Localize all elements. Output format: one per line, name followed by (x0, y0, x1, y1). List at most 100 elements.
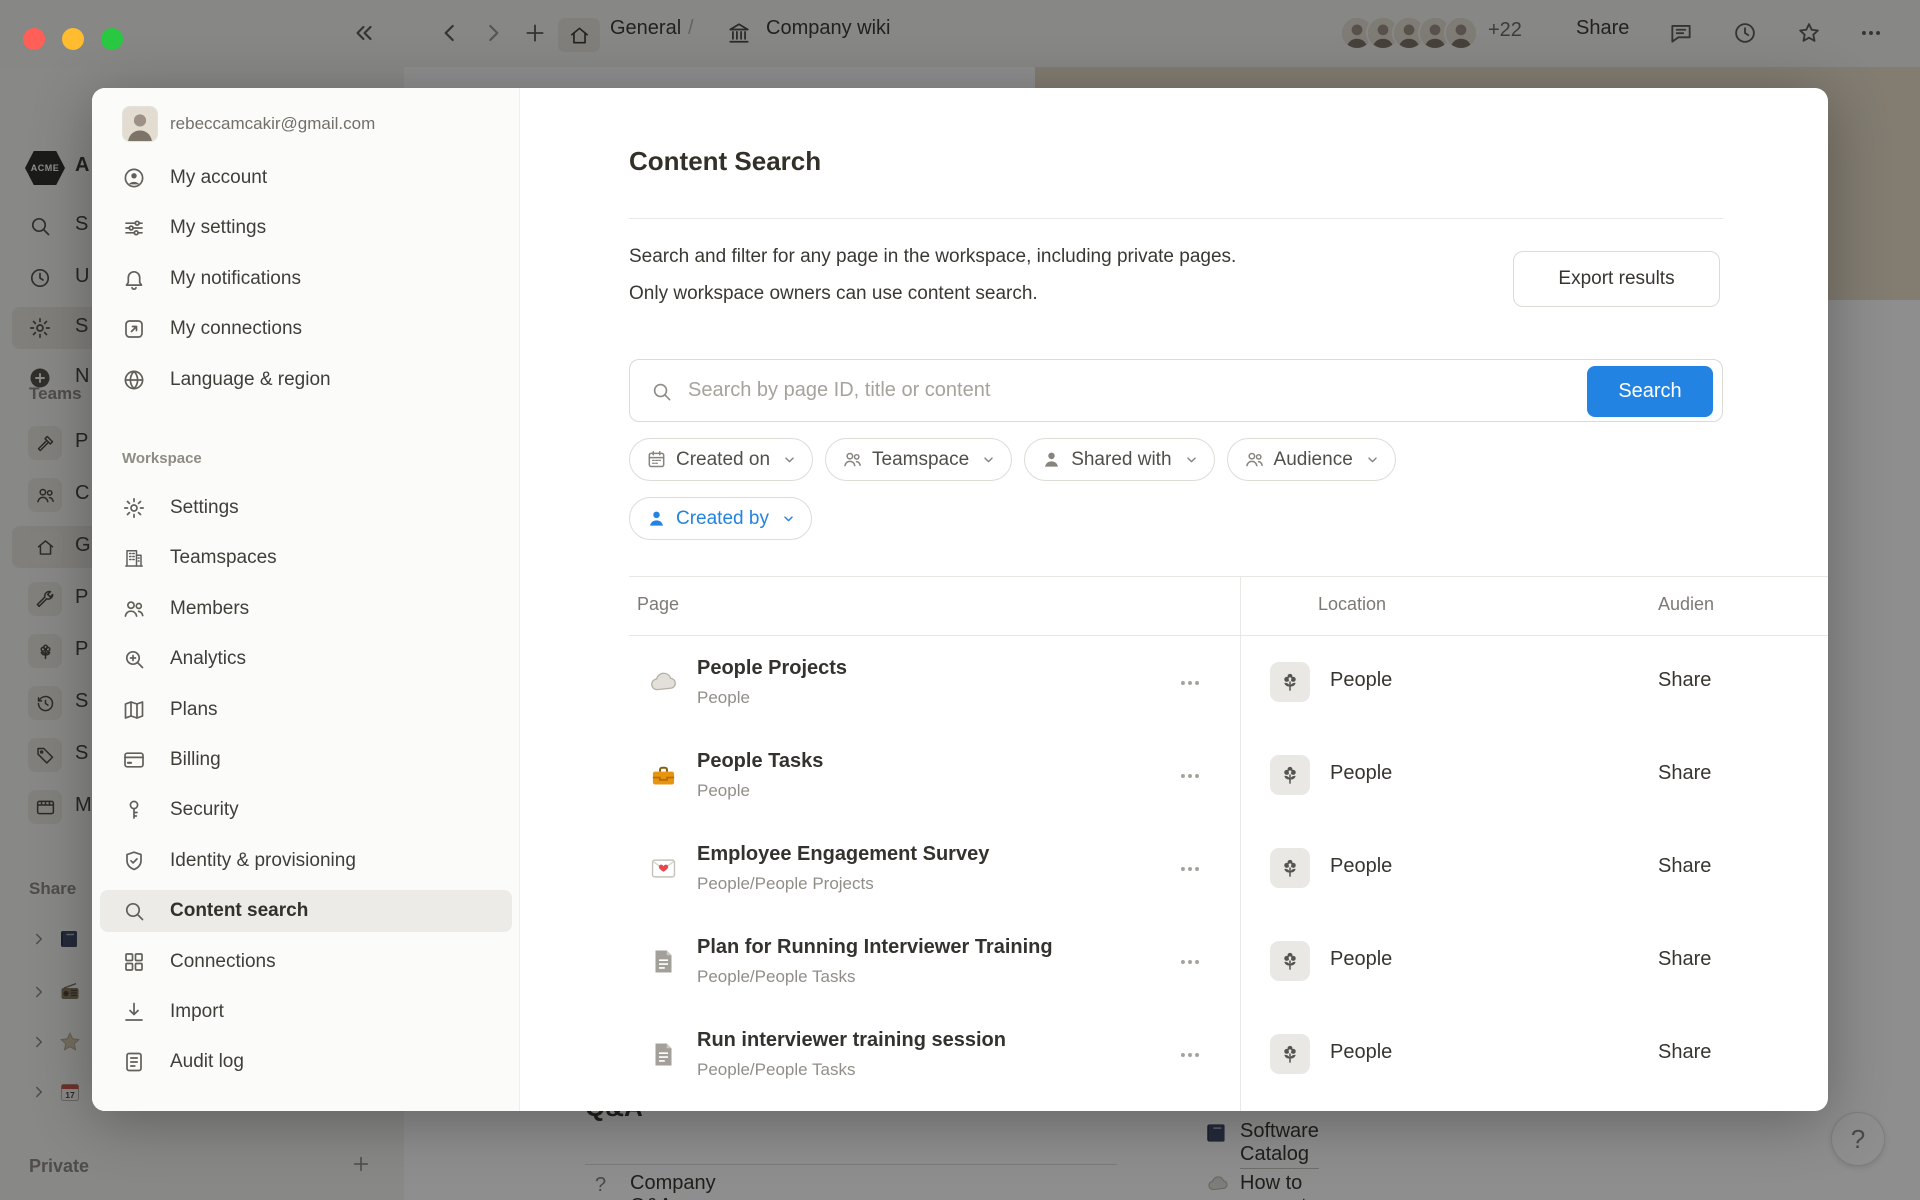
chevron-down-icon (980, 451, 997, 468)
settings-nav-security[interactable]: Security (92, 789, 520, 831)
audience-value: Share (1658, 855, 1711, 878)
settings-nav-my-notifications[interactable]: My notifications (92, 258, 520, 300)
chevron-down-icon (1364, 451, 1381, 468)
page-path: People (697, 688, 750, 708)
account-email: rebeccamcakir@gmail.com (170, 114, 375, 134)
filter-chip-teamspace[interactable]: Teamspace (825, 438, 1012, 481)
gear-icon (122, 496, 146, 520)
settings-nav-identity-provisioning[interactable]: Identity & provisioning (92, 840, 520, 882)
filter-chips-row2: Created by (629, 497, 812, 540)
members-icon (122, 597, 146, 621)
person-icon (646, 508, 667, 529)
building-icon (122, 546, 146, 570)
settings-nav-audit-log[interactable]: Audit log (92, 1041, 520, 1083)
globe-icon (122, 368, 146, 392)
page-title[interactable]: People Tasks (697, 750, 823, 773)
table-row[interactable]: Run interviewer training sessionPeople/P… (629, 1008, 1828, 1101)
page-path: People/People Projects (697, 874, 874, 894)
flower-badge-icon (1277, 1041, 1303, 1067)
column-header-audience: Audien (1658, 594, 1714, 615)
audience-value: Share (1658, 669, 1711, 692)
shield-check-icon (122, 849, 146, 873)
search-field: Search (629, 359, 1723, 422)
audience-value: Share (1658, 948, 1711, 971)
audience-value: Share (1658, 1041, 1711, 1064)
page-icon (648, 1039, 679, 1070)
flower-badge-icon (1277, 762, 1303, 788)
page-title[interactable]: Employee Engagement Survey (697, 843, 989, 866)
grid-icon (122, 950, 146, 974)
export-results-button[interactable]: Export results (1513, 251, 1720, 307)
results-table: Page Location Audien People ProjectsPeop… (629, 576, 1828, 1111)
settings-nav-analytics[interactable]: Analytics (92, 638, 520, 680)
flower-badge-icon (1277, 855, 1303, 881)
table-row[interactable]: People Projects People People Share (629, 636, 1828, 729)
settings-nav-content-search[interactable]: Content search (92, 890, 520, 932)
settings-content: Content Search Search and filter for any… (520, 88, 1828, 1111)
minimize-window-button[interactable] (62, 28, 84, 50)
settings-nav-members[interactable]: Members (92, 588, 520, 630)
row-more-options-icon[interactable] (1177, 1042, 1203, 1068)
filter-chip-created-by[interactable]: Created by (629, 497, 812, 540)
settings-nav-plans[interactable]: Plans (92, 689, 520, 731)
settings-nav-my-settings[interactable]: My settings (92, 207, 520, 249)
search-icon (122, 899, 146, 923)
settings-nav-teamspaces[interactable]: Teamspaces (92, 537, 520, 579)
settings-nav-billing[interactable]: Billing (92, 739, 520, 781)
cloud-icon (648, 667, 679, 698)
location-value: People (1330, 948, 1392, 971)
workspace-section-label: Workspace (122, 450, 202, 467)
row-more-options-icon[interactable] (1177, 670, 1203, 696)
zoom-plus-icon (122, 647, 146, 671)
page-title[interactable]: Plan for Running Interviewer Training (697, 936, 1053, 959)
chevron-down-icon (1183, 451, 1200, 468)
table-row[interactable]: Employee Engagement Survey People/People … (629, 822, 1828, 915)
row-more-options-icon[interactable] (1177, 763, 1203, 789)
row-more-options-icon[interactable] (1177, 856, 1203, 882)
location-value: People (1330, 855, 1392, 878)
column-header-page: Page (637, 594, 679, 615)
map-icon (122, 698, 146, 722)
table-row[interactable]: People TasksPeoplePeopleShare (629, 729, 1828, 822)
page-title[interactable]: People Projects (697, 657, 847, 680)
page-path: People/People Tasks (697, 967, 855, 987)
arrow-up-right-box-icon (122, 317, 146, 341)
page-description: Search and filter for any page in the wo… (629, 238, 1569, 312)
import-icon (122, 1000, 146, 1024)
search-button[interactable]: Search (1587, 366, 1713, 417)
search-input[interactable] (686, 361, 1586, 420)
page-path: People (697, 781, 750, 801)
settings-sidebar: rebeccamcakir@gmail.com My account My set… (92, 88, 520, 1111)
table-row[interactable]: Plan for Running Interviewer Training Peo… (629, 915, 1828, 1008)
filter-chip-created-on[interactable]: Created on (629, 438, 813, 481)
settings-nav-connections[interactable]: Connections (92, 941, 520, 983)
person-circle-icon (122, 166, 146, 190)
people-icon (842, 449, 863, 470)
chevron-down-icon (781, 451, 798, 468)
settings-nav-import[interactable]: Import (92, 991, 520, 1033)
filter-chip-audience[interactable]: Audience (1227, 438, 1396, 481)
close-window-button[interactable] (23, 28, 45, 50)
zoom-window-button[interactable] (101, 28, 123, 50)
settings-nav-settings[interactable]: Settings (92, 487, 520, 529)
filter-chip-shared-with[interactable]: Shared with (1024, 438, 1214, 481)
credit-card-icon (122, 748, 146, 772)
page-title[interactable]: Run interviewer training session (697, 1029, 1006, 1052)
location-value: People (1330, 669, 1392, 692)
chevron-down-icon (780, 510, 797, 527)
people-icon (1244, 449, 1265, 470)
settings-nav-my-account[interactable]: My account (92, 157, 520, 199)
love-letter-icon (648, 853, 679, 884)
audience-value: Share (1658, 762, 1711, 785)
settings-nav-language-region[interactable]: Language & region (92, 359, 520, 401)
column-header-location: Location (1318, 594, 1386, 615)
calendar-icon (646, 449, 667, 470)
location-value: People (1330, 1041, 1392, 1064)
filter-chips: Created on Teamspace Shared with Audience (629, 438, 1396, 481)
settings-nav-my-connections[interactable]: My connections (92, 308, 520, 350)
audit-log-icon (122, 1050, 146, 1074)
key-icon (122, 798, 146, 822)
app-window: General / Company wiki +22 Share ACME A … (0, 0, 1920, 1200)
flower-badge-icon (1277, 669, 1303, 695)
row-more-options-icon[interactable] (1177, 949, 1203, 975)
